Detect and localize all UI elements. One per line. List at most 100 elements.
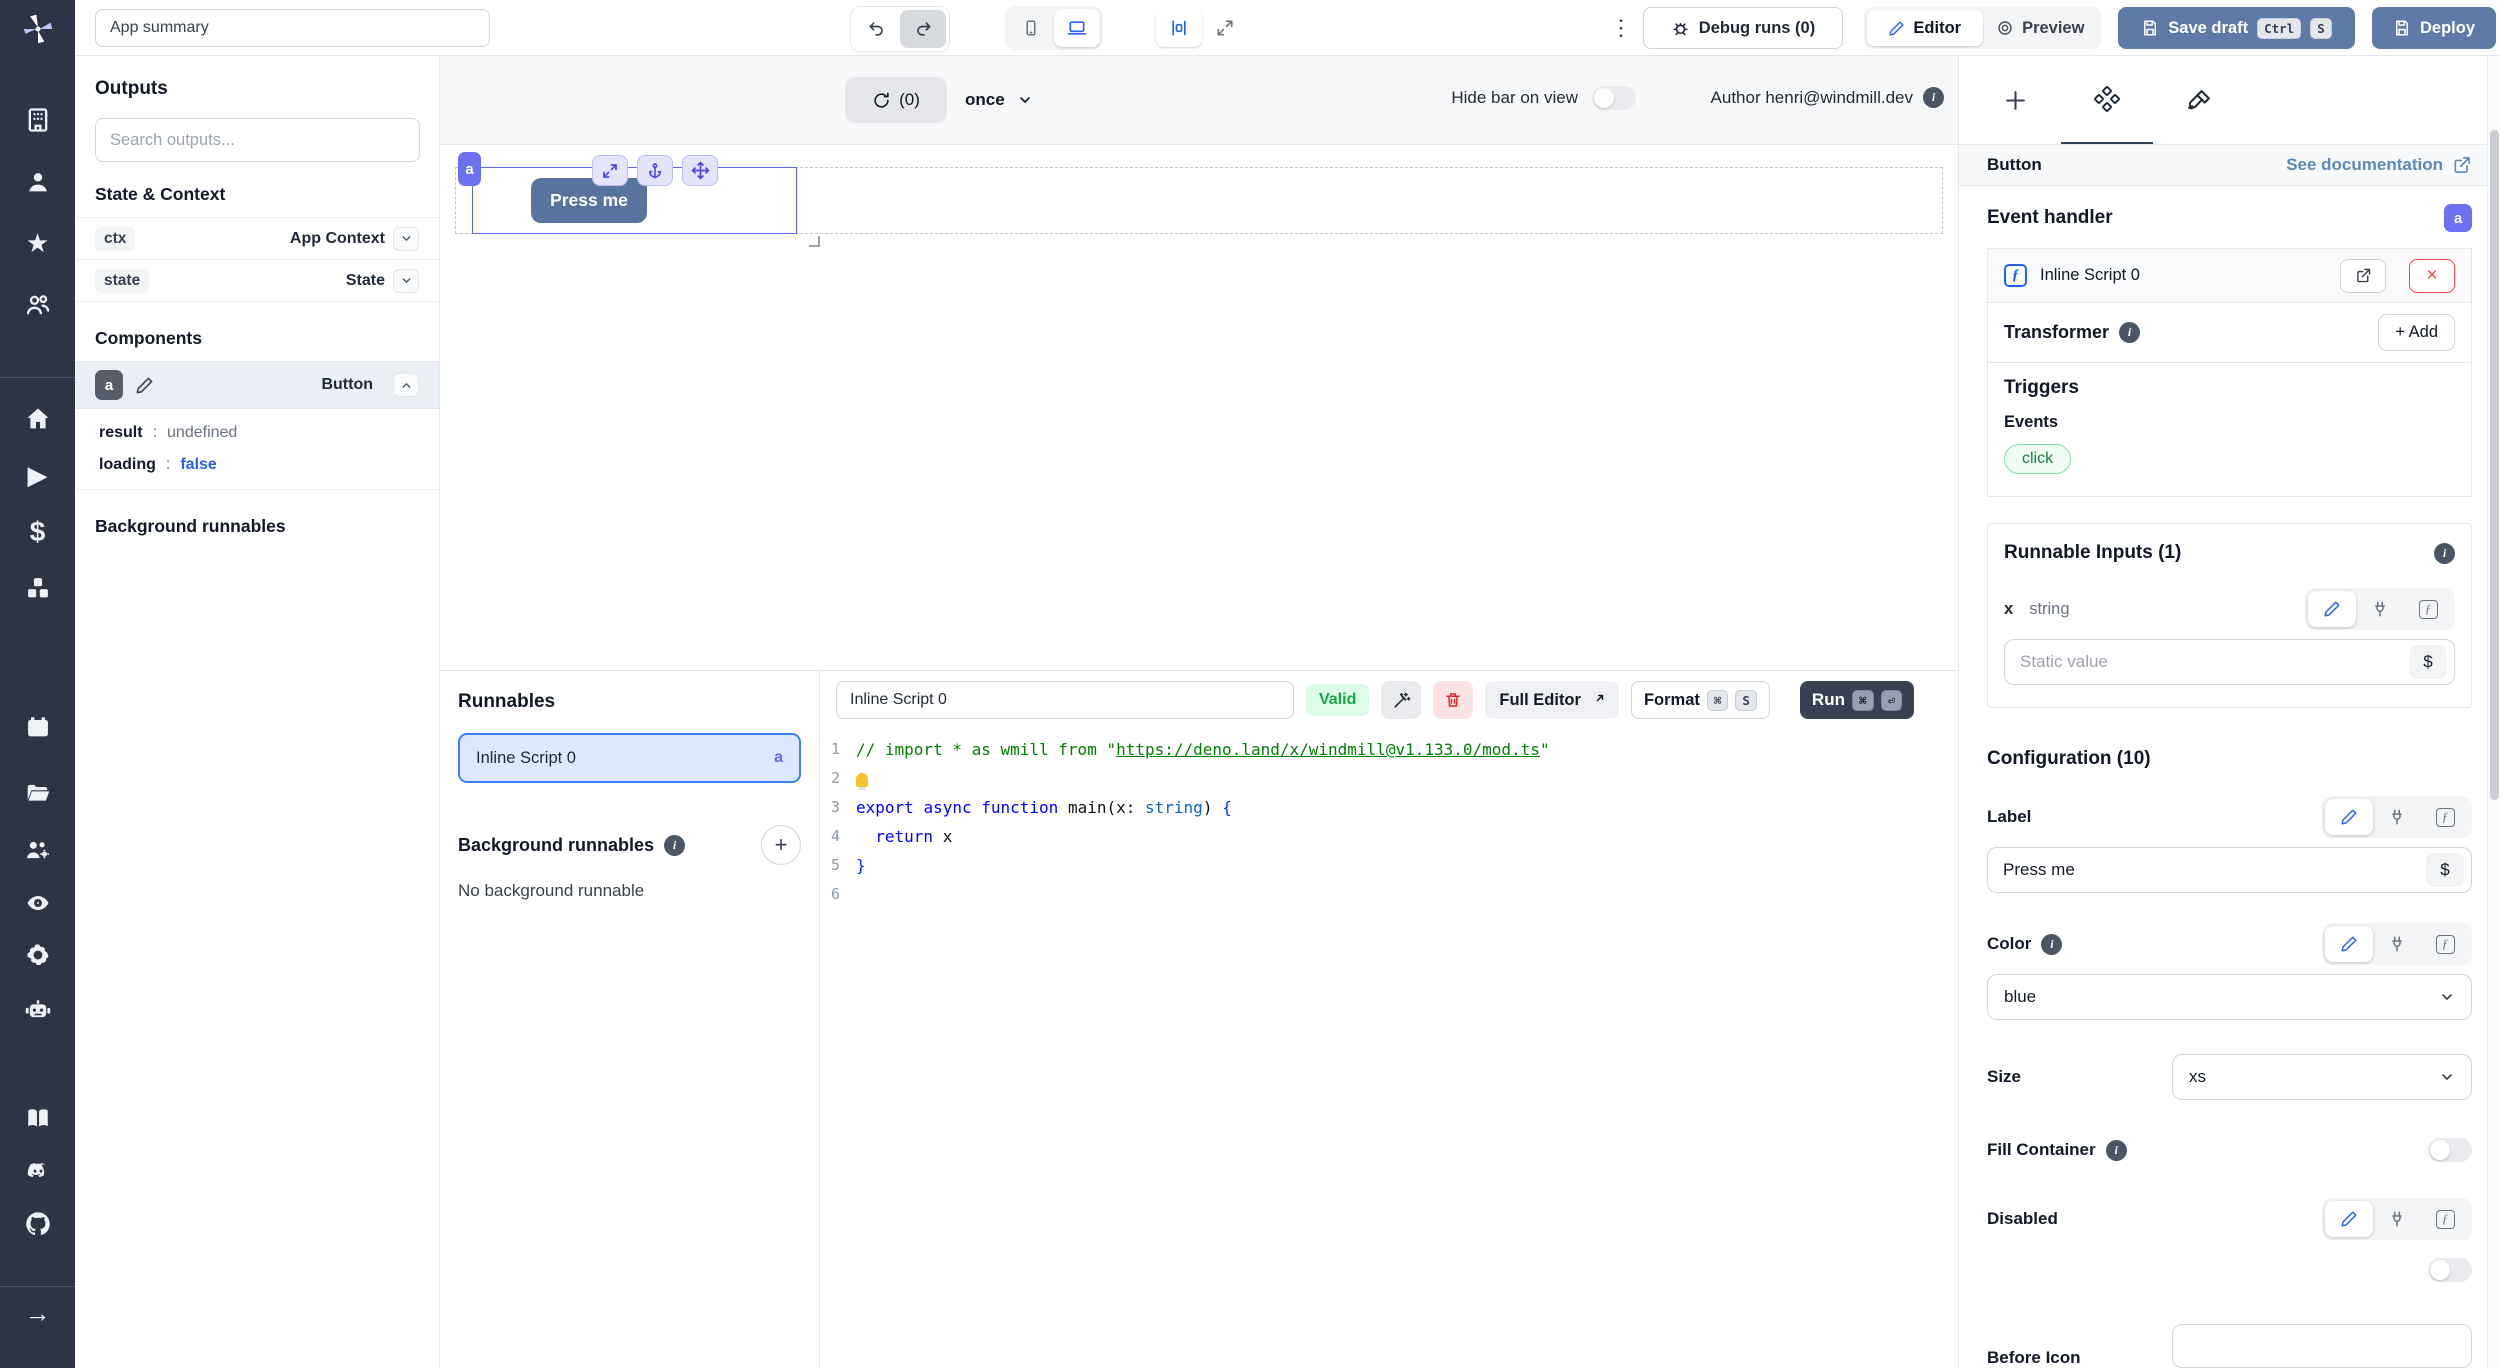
expand-sidebar-arrow-icon[interactable]: → bbox=[0, 1300, 75, 1326]
info-icon[interactable]: i bbox=[1923, 87, 1944, 108]
audit-eye-icon[interactable] bbox=[0, 891, 75, 915]
variable-picker-button[interactable]: $ bbox=[2426, 853, 2464, 887]
hide-bar-toggle[interactable] bbox=[1592, 86, 1636, 110]
color-select[interactable]: blue bbox=[1987, 974, 2472, 1020]
connect-plug-icon[interactable] bbox=[2356, 591, 2404, 627]
resources-cubes-icon[interactable] bbox=[0, 574, 75, 602]
eval-function-icon[interactable]: ƒ bbox=[2421, 926, 2469, 962]
chevron-down-icon[interactable] bbox=[393, 269, 419, 293]
preview-tab[interactable]: Preview bbox=[1983, 10, 2099, 46]
label-value-input[interactable] bbox=[2003, 860, 2426, 880]
add-background-runnable-button[interactable]: + bbox=[761, 825, 801, 865]
app-summary-input[interactable] bbox=[95, 9, 490, 47]
anchor-icon[interactable] bbox=[637, 155, 673, 186]
static-pencil-icon[interactable] bbox=[2325, 799, 2373, 835]
expand-component-icon[interactable] bbox=[592, 155, 628, 186]
inline-script-row[interactable]: ƒ Inline Script 0 × bbox=[1988, 249, 2471, 303]
edit-pencil-icon[interactable] bbox=[135, 376, 154, 395]
add-transformer-button[interactable]: + Add bbox=[2378, 314, 2455, 351]
component-settings-tab[interactable] bbox=[2061, 56, 2153, 144]
runs-play-icon[interactable]: ▶ bbox=[0, 462, 75, 488]
users-icon[interactable] bbox=[0, 291, 75, 319]
debug-runs-button[interactable]: Debug runs (0) bbox=[1643, 7, 1843, 49]
chevron-down-icon[interactable] bbox=[393, 227, 419, 251]
folders-icon[interactable] bbox=[0, 780, 75, 806]
undo-button[interactable] bbox=[854, 10, 900, 48]
windmill-logo[interactable] bbox=[0, 10, 75, 48]
code-line[interactable]: 6 bbox=[820, 880, 1958, 909]
settings-gear-icon[interactable] bbox=[0, 941, 75, 969]
see-documentation-link[interactable]: See documentation bbox=[2286, 155, 2472, 175]
fill-container-toggle[interactable] bbox=[2428, 1138, 2472, 1162]
schedules-calendar-icon[interactable] bbox=[0, 713, 75, 741]
move-icon[interactable] bbox=[682, 155, 718, 186]
fullscreen-button[interactable] bbox=[1202, 9, 1248, 47]
static-pencil-icon[interactable] bbox=[2308, 591, 2356, 627]
script-name-input[interactable] bbox=[836, 681, 1294, 719]
full-editor-button[interactable]: Full Editor bbox=[1485, 681, 1619, 719]
desktop-view-button[interactable] bbox=[1054, 9, 1100, 47]
save-draft-button[interactable]: Save draft CtrlS bbox=[2118, 7, 2355, 49]
format-button[interactable]: Format ⌘ S bbox=[1631, 681, 1770, 719]
workers-robot-icon[interactable] bbox=[0, 995, 75, 1023]
connect-plug-icon[interactable] bbox=[2373, 926, 2421, 962]
info-icon[interactable]: i bbox=[2106, 1140, 2127, 1161]
remove-script-button[interactable]: × bbox=[2409, 259, 2455, 293]
canvas-grid[interactable]: Press me a bbox=[440, 145, 1958, 670]
eval-function-icon[interactable]: ƒ bbox=[2421, 799, 2469, 835]
static-pencil-icon[interactable] bbox=[2325, 1201, 2373, 1237]
inline-script-item[interactable]: Inline Script 0 a bbox=[458, 733, 801, 783]
disabled-toggle[interactable] bbox=[2428, 1258, 2472, 1282]
state-output-row[interactable]: state State bbox=[75, 260, 439, 302]
code-area[interactable]: 1// import * as wmill from "https://deno… bbox=[820, 727, 1958, 909]
mobile-view-button[interactable] bbox=[1008, 9, 1054, 47]
info-icon[interactable]: i bbox=[2434, 543, 2455, 564]
connect-plug-icon[interactable] bbox=[2373, 1201, 2421, 1237]
styling-tab[interactable] bbox=[2153, 56, 2245, 144]
ctx-output-row[interactable]: ctx App Context bbox=[75, 218, 439, 260]
size-select[interactable]: xs bbox=[2172, 1054, 2472, 1100]
editor-tab[interactable]: Editor bbox=[1867, 10, 1983, 46]
variable-picker-button[interactable]: $ bbox=[2409, 645, 2447, 679]
insert-component-tab[interactable] bbox=[1969, 56, 2061, 144]
info-icon[interactable]: i bbox=[664, 835, 685, 856]
info-icon[interactable]: i bbox=[2041, 934, 2062, 955]
static-value-input[interactable] bbox=[2020, 652, 2409, 672]
schedule-dropdown[interactable]: once bbox=[965, 78, 1033, 122]
code-line[interactable]: 1// import * as wmill from "https://deno… bbox=[820, 735, 1958, 764]
workspace-building-icon[interactable] bbox=[0, 106, 75, 134]
delete-script-button[interactable] bbox=[1433, 681, 1473, 719]
user-icon[interactable] bbox=[0, 168, 75, 196]
center-align-button[interactable] bbox=[1156, 9, 1202, 47]
discord-icon[interactable] bbox=[0, 1158, 75, 1182]
code-line[interactable]: 3export async function main(x: string) { bbox=[820, 793, 1958, 822]
resize-handle[interactable] bbox=[809, 236, 820, 247]
eval-function-icon[interactable]: ƒ bbox=[2404, 591, 2452, 627]
github-icon[interactable] bbox=[0, 1210, 75, 1238]
search-outputs-input[interactable] bbox=[95, 118, 420, 162]
lightbulb-icon[interactable] bbox=[856, 773, 868, 787]
component-a-row[interactable]: a Button bbox=[75, 361, 439, 409]
code-line[interactable]: 2 bbox=[820, 764, 1958, 793]
code-line[interactable]: 5} bbox=[820, 851, 1958, 880]
redo-button[interactable] bbox=[900, 10, 946, 48]
home-icon[interactable] bbox=[0, 405, 75, 433]
press-me-button[interactable]: Press me bbox=[531, 178, 647, 223]
code-line[interactable]: 4 return x bbox=[820, 822, 1958, 851]
refresh-all-button[interactable]: (0) bbox=[845, 77, 947, 123]
open-script-button[interactable] bbox=[2340, 259, 2386, 293]
panel-scrollbar[interactable] bbox=[2487, 56, 2500, 1368]
groups-users-gear-icon[interactable] bbox=[0, 836, 75, 864]
info-icon[interactable]: i bbox=[2119, 322, 2140, 343]
selected-button-component[interactable]: Press me bbox=[472, 167, 797, 234]
run-button[interactable]: Run ⌘ ⏎ bbox=[1800, 681, 1914, 719]
chevron-up-icon[interactable] bbox=[393, 373, 419, 397]
favorites-star-icon[interactable]: ★ bbox=[0, 230, 75, 256]
variables-dollar-icon[interactable]: $ bbox=[0, 518, 75, 546]
before-icon-select[interactable] bbox=[2172, 1324, 2472, 1368]
docs-book-icon[interactable] bbox=[0, 1105, 75, 1131]
deploy-button[interactable]: Deploy bbox=[2372, 7, 2496, 49]
scrollbar-thumb[interactable] bbox=[2490, 130, 2499, 800]
connect-plug-icon[interactable] bbox=[2373, 799, 2421, 835]
static-pencil-icon[interactable] bbox=[2325, 926, 2373, 962]
